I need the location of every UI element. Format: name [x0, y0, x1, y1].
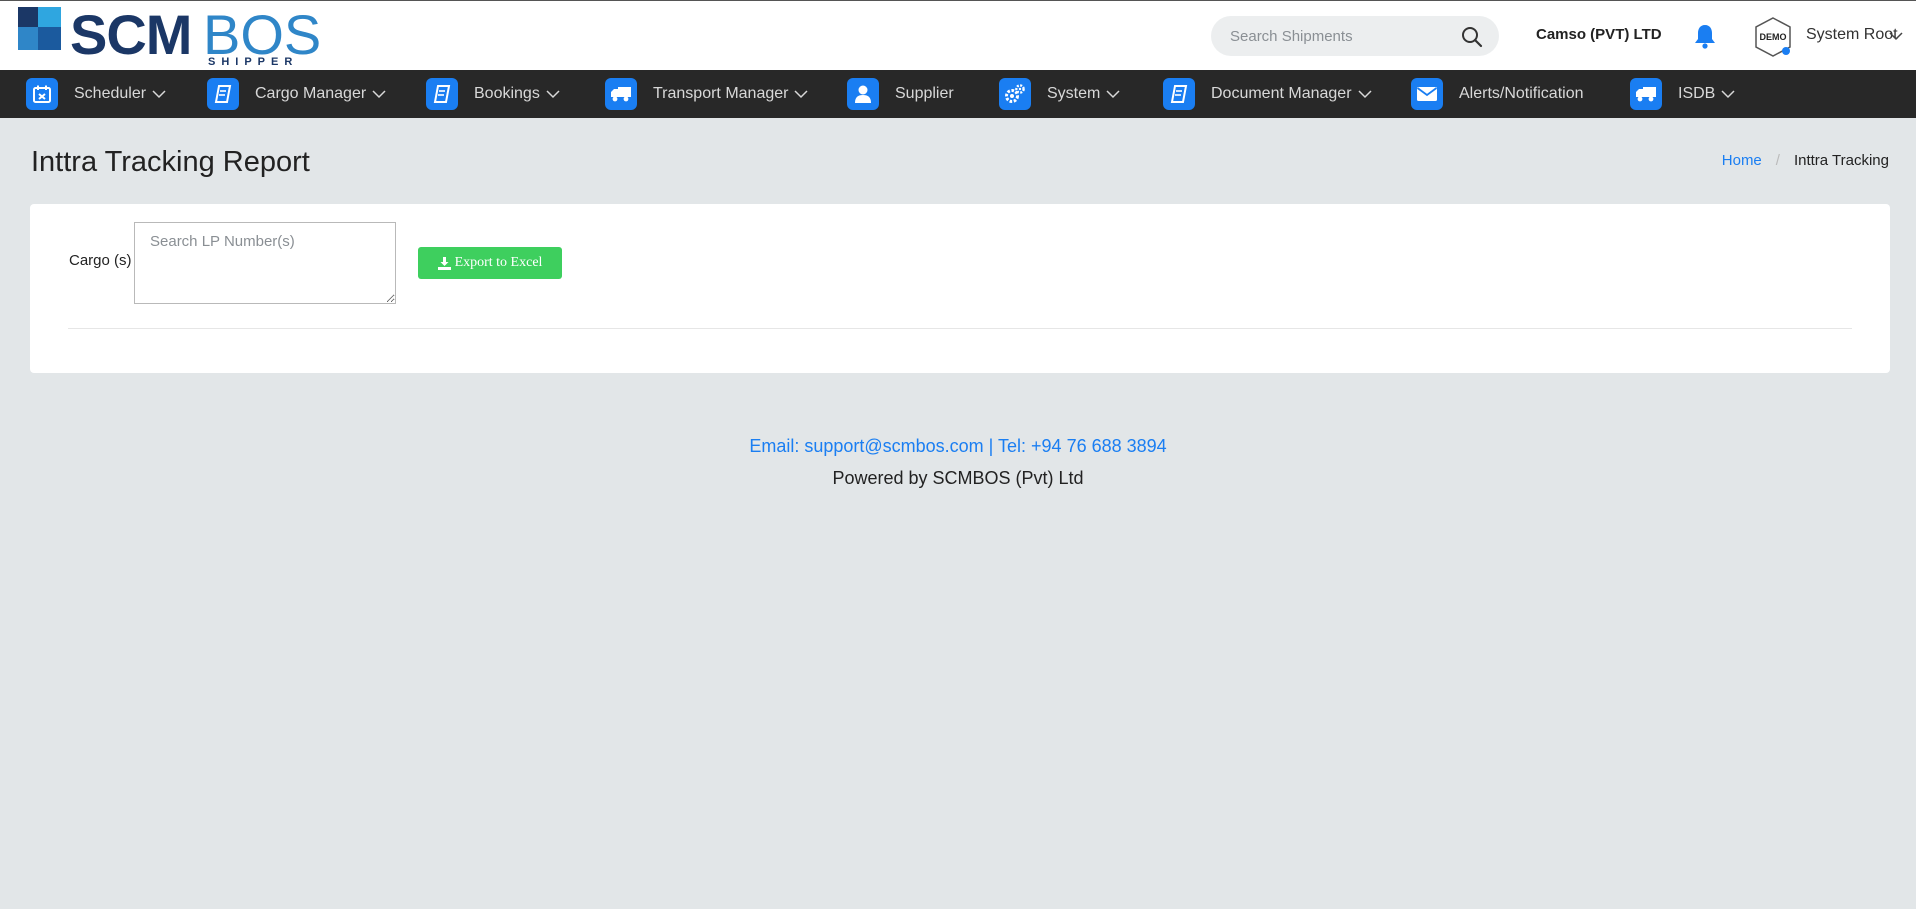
main-nav: Scheduler Cargo Manager Bookings Transpo… — [0, 70, 1916, 118]
download-icon — [437, 256, 451, 270]
nav-item-supplier[interactable]: Supplier — [847, 70, 954, 118]
nav-label: ISDB — [1678, 85, 1716, 102]
shipment-search[interactable]: Search Shipments — [1211, 16, 1499, 56]
hexagon-avatar-icon: DEMO — [1755, 17, 1791, 57]
logo-word-scm: SCM — [70, 3, 192, 66]
nav-item-bookings[interactable]: Bookings — [426, 70, 560, 118]
avatar-label: DEMO — [1760, 32, 1787, 42]
user-menu-name[interactable]: System Root — [1806, 26, 1898, 44]
top-header: SCM BOS SHIPPER Search Shipments Camso (… — [0, 0, 1916, 70]
breadcrumb: Home / Inttra Tracking — [1722, 152, 1889, 169]
nav-item-cargo-manager[interactable]: Cargo Manager — [207, 70, 386, 118]
nav-item-scheduler[interactable]: Scheduler — [26, 70, 166, 118]
cargo-label: Cargo (s) — [69, 252, 132, 269]
chevron-down-icon — [1106, 90, 1120, 99]
calendar-icon — [26, 78, 58, 110]
search-icon[interactable] — [1461, 26, 1483, 48]
breadcrumb-home-link[interactable]: Home — [1722, 152, 1762, 169]
nav-label: Bookings — [474, 85, 540, 102]
chevron-down-icon — [372, 90, 386, 99]
book-icon — [1163, 78, 1195, 110]
chevron-down-icon — [1357, 90, 1372, 99]
nav-item-transport-manager[interactable]: Transport Manager — [605, 70, 808, 118]
breadcrumb-separator: / — [1775, 152, 1780, 169]
cargo-search-textarea[interactable] — [134, 222, 396, 304]
book-icon — [207, 78, 239, 110]
bell-icon[interactable] — [1693, 23, 1717, 49]
chevron-down-icon — [1721, 90, 1735, 99]
avatar[interactable]: DEMO — [1753, 16, 1793, 58]
search-input[interactable]: Search Shipments — [1230, 28, 1353, 45]
nav-label: Document Manager — [1211, 85, 1352, 102]
truck-icon — [1630, 78, 1662, 110]
logo-tagline: SHIPPER — [208, 56, 299, 68]
nav-item-alerts-notification[interactable]: Alerts/Notification — [1411, 70, 1584, 118]
nav-label: Transport Manager — [653, 85, 789, 102]
user-icon — [847, 78, 879, 110]
logo-word-bos: BOS — [203, 3, 322, 66]
chevron-down-icon — [546, 90, 560, 99]
chevron-down-icon — [794, 90, 808, 99]
envelope-icon — [1411, 78, 1443, 110]
chevron-down-icon[interactable] — [1889, 31, 1903, 41]
footer-contact[interactable]: Email: support@scmbos.com | Tel: +94 76 … — [0, 436, 1916, 457]
divider — [68, 328, 1852, 329]
nav-item-isdb[interactable]: ISDB — [1630, 70, 1735, 118]
nav-item-document-manager[interactable]: Document Manager — [1163, 70, 1372, 118]
filter-card: Cargo (s) Export to Excel — [30, 204, 1890, 373]
scmbos-logo[interactable]: SCM BOS SHIPPER — [18, 7, 328, 69]
breadcrumb-current: Inttra Tracking — [1793, 152, 1889, 169]
gears-icon — [999, 78, 1031, 110]
nav-label: Supplier — [895, 85, 954, 102]
book-icon — [426, 78, 458, 110]
nav-item-system[interactable]: System — [999, 70, 1120, 118]
nav-label: Scheduler — [74, 85, 147, 102]
chevron-down-icon — [152, 90, 166, 99]
page-title: Inttra Tracking Report — [31, 146, 310, 178]
truck-icon — [605, 78, 637, 110]
company-name: Camso (PVT) LTD — [1536, 26, 1662, 43]
export-button-label: Export to Excel — [454, 255, 543, 270]
nav-label: Alerts/Notification — [1459, 85, 1584, 102]
footer-powered-by: Powered by SCMBOS (Pvt) Ltd — [832, 468, 1084, 488]
logo-square — [38, 27, 61, 50]
nav-label: Cargo Manager — [255, 85, 367, 102]
nav-label: System — [1047, 85, 1101, 102]
export-to-excel-button[interactable]: Export to Excel — [418, 247, 562, 279]
